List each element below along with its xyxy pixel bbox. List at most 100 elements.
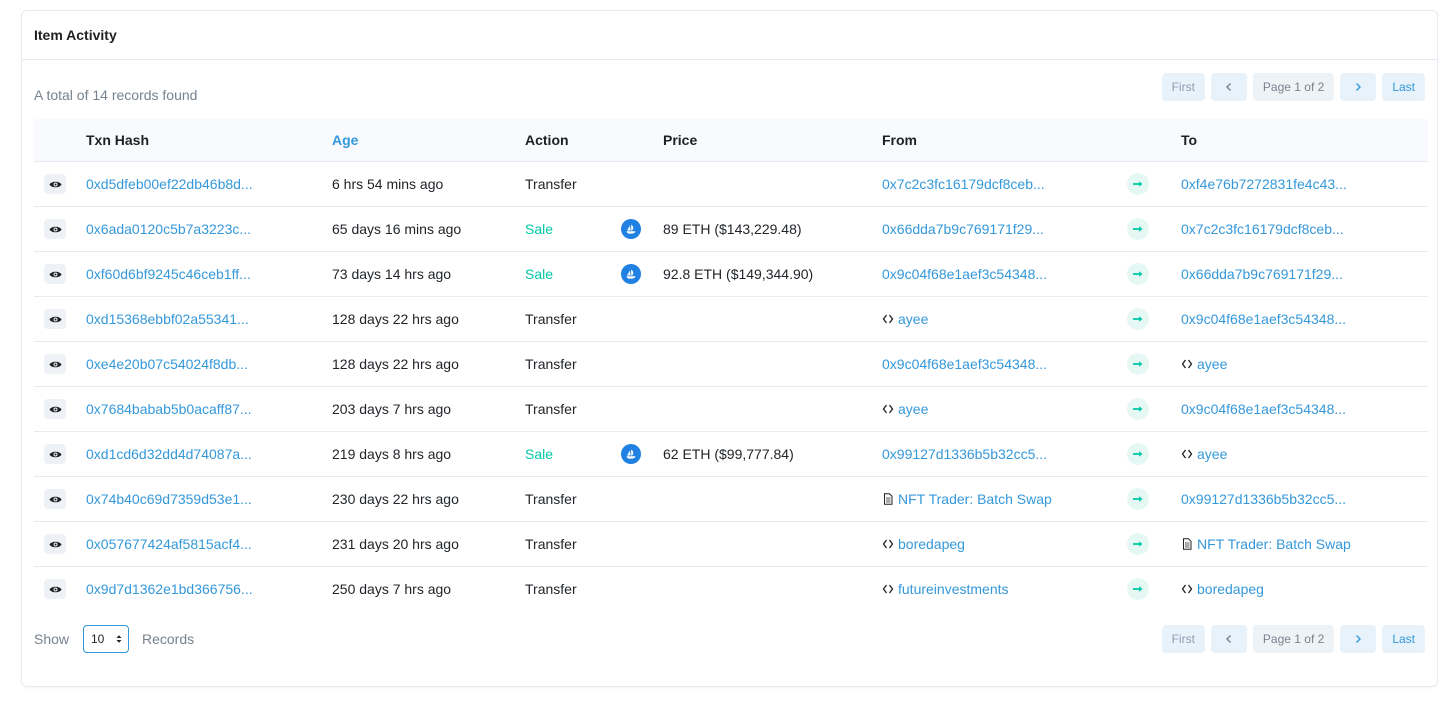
txn-hash-link[interactable]: 0xf60d6bf9245c46ceb1ff... <box>86 266 251 282</box>
first-page-button[interactable]: First <box>1161 625 1205 653</box>
ens-name-icon <box>882 314 894 324</box>
ens-name-icon <box>1181 584 1193 594</box>
view-details-button[interactable] <box>44 309 66 329</box>
view-details-button[interactable] <box>44 489 66 509</box>
address-link[interactable]: 0xf4e76b7272831fe4c43... <box>1181 176 1347 192</box>
eye-icon <box>49 586 61 592</box>
col-from: From <box>882 119 1127 162</box>
table-header-row: Txn Hash Age Action Price From To <box>34 119 1428 162</box>
chevron-right-icon <box>1356 635 1362 643</box>
col-age[interactable]: Age <box>332 119 525 162</box>
ens-name-icon <box>882 539 894 549</box>
view-details-button[interactable] <box>44 399 66 419</box>
action-cell: Transfer <box>525 581 577 597</box>
chevron-left-icon <box>1225 635 1231 643</box>
last-page-button[interactable]: Last <box>1382 625 1425 653</box>
price-cell: 62 ETH ($99,777.84) <box>663 431 882 477</box>
table-row: 0x6ada0120c5b7a3223c... 65 days 16 mins a… <box>34 206 1428 252</box>
last-page-button[interactable]: Last <box>1382 73 1425 101</box>
txn-hash-link[interactable]: 0x7684babab5b0acaff87... <box>86 401 252 417</box>
price-cell <box>663 476 882 522</box>
show-label: Show <box>34 631 70 647</box>
txn-hash-link[interactable]: 0xe4e20b07c54024f8db... <box>86 356 248 372</box>
eye-icon <box>49 181 61 187</box>
price-cell: 89 ETH ($143,229.48) <box>663 206 882 252</box>
address-link[interactable]: 0x99127d1336b5b32cc5... <box>882 446 1047 462</box>
view-details-button[interactable] <box>44 534 66 554</box>
txn-hash-link[interactable]: 0xd1cd6d32dd4d74087a... <box>86 446 252 462</box>
ens-name-icon <box>882 404 894 414</box>
price-cell: 92.8 ETH ($149,344.90) <box>663 251 882 297</box>
address-link[interactable]: ayee <box>898 311 928 327</box>
eye-icon <box>49 496 61 502</box>
first-page-button[interactable]: First <box>1161 73 1205 101</box>
top-toolbar: A total of 14 records found First Page 1… <box>34 73 1425 105</box>
address-link[interactable]: ayee <box>1197 356 1227 372</box>
address-link[interactable]: 0x9c04f68e1aef3c54348... <box>882 266 1047 282</box>
item-activity-card: Item Activity A total of 14 records foun… <box>21 10 1438 687</box>
age-cell: 128 days 22 hrs ago <box>332 296 525 342</box>
price-cell <box>663 296 882 342</box>
age-cell: 73 days 14 hrs ago <box>332 251 525 297</box>
txn-hash-link[interactable]: 0x74b40c69d7359d53e1... <box>86 491 252 507</box>
address-link[interactable]: 0x66dda7b9c769171f29... <box>882 221 1044 237</box>
contract-file-icon <box>1183 538 1192 550</box>
table-row: 0x057677424af5815acf4... 231 days 20 hrs … <box>34 521 1428 567</box>
address-link[interactable]: ayee <box>898 401 928 417</box>
next-page-button[interactable] <box>1340 73 1377 101</box>
txn-hash-link[interactable]: 0x057677424af5815acf4... <box>86 536 252 552</box>
prev-page-button[interactable] <box>1210 625 1247 653</box>
eye-icon <box>49 361 61 367</box>
address-link[interactable]: 0x7c2c3fc16179dcf8ceb... <box>1181 221 1344 237</box>
address-link[interactable]: boredapeg <box>898 536 965 552</box>
address-link[interactable]: NFT Trader: Batch Swap <box>898 491 1052 507</box>
txn-hash-link[interactable]: 0xd15368ebbf02a55341... <box>86 311 249 327</box>
view-details-button[interactable] <box>44 579 66 599</box>
col-action: Action <box>525 119 621 162</box>
arrow-right-icon <box>1127 533 1149 555</box>
address-link[interactable]: futureinvestments <box>898 581 1009 597</box>
card-title: Item Activity <box>22 11 1437 60</box>
ens-name-icon <box>882 584 894 594</box>
age-cell: 219 days 8 hrs ago <box>332 431 525 477</box>
col-to: To <box>1181 119 1428 162</box>
txn-hash-link[interactable]: 0x6ada0120c5b7a3223c... <box>86 221 251 237</box>
next-page-button[interactable] <box>1340 625 1377 653</box>
txn-hash-link[interactable]: 0xd5dfeb00ef22db46b8d... <box>86 176 253 192</box>
address-link[interactable]: 0x99127d1336b5b32cc5... <box>1181 491 1346 507</box>
view-details-button[interactable] <box>44 354 66 374</box>
prev-page-button[interactable] <box>1210 73 1247 101</box>
view-details-button[interactable] <box>44 219 66 239</box>
address-link[interactable]: 0x9c04f68e1aef3c54348... <box>882 356 1047 372</box>
page-size-value: 10 <box>91 632 105 646</box>
age-cell: 128 days 22 hrs ago <box>332 341 525 387</box>
activity-table-wrap: Txn Hash Age Action Price From To 0xd5df… <box>34 119 1428 611</box>
txn-hash-link[interactable]: 0x9d7d1362e1bd366756... <box>86 581 253 597</box>
col-txn-hash: Txn Hash <box>86 119 332 162</box>
eye-icon <box>49 451 61 457</box>
address-link[interactable]: 0x66dda7b9c769171f29... <box>1181 266 1343 282</box>
price-cell <box>663 161 882 207</box>
address-link[interactable]: 0x9c04f68e1aef3c54348... <box>1181 311 1346 327</box>
view-details-button[interactable] <box>44 174 66 194</box>
address-link[interactable]: boredapeg <box>1197 581 1264 597</box>
eye-icon <box>49 316 61 322</box>
col-price: Price <box>663 119 882 162</box>
address-link[interactable]: ayee <box>1197 446 1227 462</box>
action-cell: Sale <box>525 431 621 477</box>
age-cell: 250 days 7 hrs ago <box>332 581 452 597</box>
pagination-bottom: First Page 1 of 2 Last <box>1161 625 1425 653</box>
page-size-select[interactable]: 10 <box>83 625 129 653</box>
chevron-right-icon <box>1356 83 1362 91</box>
select-caret-icon <box>116 635 122 643</box>
bottom-toolbar: Show 10 Records First Page 1 of 2 Last <box>34 625 1425 655</box>
action-cell: Transfer <box>525 161 621 207</box>
address-link[interactable]: 0x9c04f68e1aef3c54348... <box>1181 401 1346 417</box>
arrow-right-icon <box>1127 443 1149 465</box>
address-link[interactable]: NFT Trader: Batch Swap <box>1197 536 1351 552</box>
address-link[interactable]: 0x7c2c3fc16179dcf8ceb... <box>882 176 1045 192</box>
view-details-button[interactable] <box>44 444 66 464</box>
age-cell: 231 days 20 hrs ago <box>332 521 525 567</box>
view-details-button[interactable] <box>44 264 66 284</box>
action-cell: Transfer <box>525 476 621 522</box>
